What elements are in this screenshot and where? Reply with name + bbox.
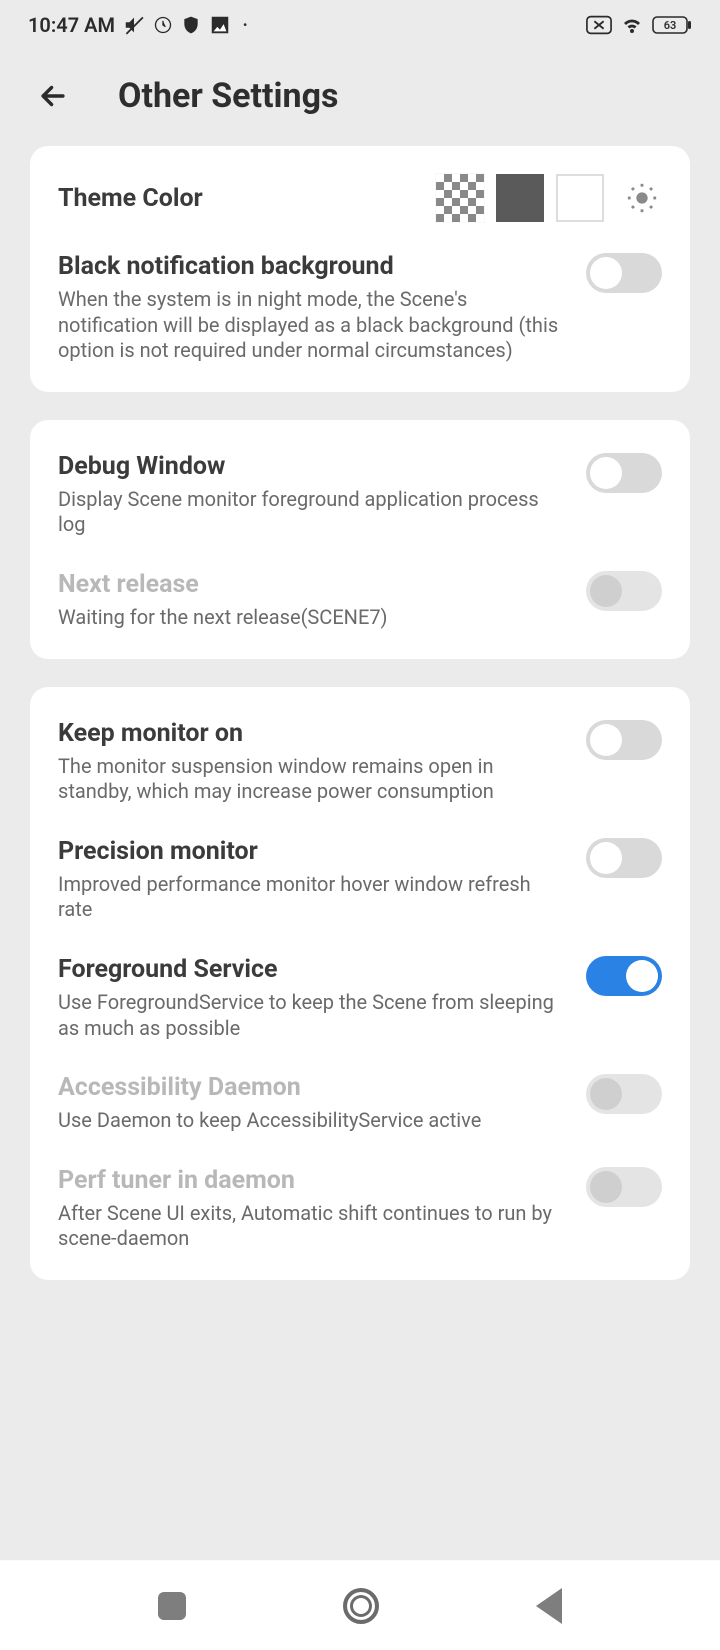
- accessibility-daemon-title: Accessibility Daemon: [58, 1073, 481, 1102]
- perf-tuner-desc: After Scene UI exits, Automatic shift co…: [58, 1201, 568, 1252]
- card-monitor: Keep monitor on The monitor suspension w…: [30, 687, 690, 1280]
- page-title: Other Settings: [118, 76, 339, 116]
- perf-tuner-row: Perf tuner in daemon After Scene UI exit…: [58, 1162, 662, 1252]
- debug-window-row[interactable]: Debug Window Display Scene monitor foreg…: [58, 448, 662, 538]
- black-notification-desc: When the system is in night mode, the Sc…: [58, 287, 568, 364]
- clock-icon: [153, 15, 173, 35]
- theme-swatch-auto[interactable]: [436, 174, 484, 222]
- card-appearance: Theme Color Black notification backgroun…: [30, 146, 690, 392]
- theme-swatch-light[interactable]: [556, 174, 604, 222]
- keep-monitor-desc: The monitor suspension window remains op…: [58, 754, 568, 805]
- black-notification-row[interactable]: Black notification background When the s…: [58, 248, 662, 364]
- debug-window-title: Debug Window: [58, 452, 568, 481]
- theme-color-row[interactable]: Theme Color: [58, 174, 662, 222]
- next-release-title: Next release: [58, 570, 388, 599]
- precision-monitor-toggle[interactable]: [586, 838, 662, 878]
- image-icon: [209, 14, 231, 36]
- black-notification-toggle[interactable]: [586, 253, 662, 293]
- keep-monitor-row[interactable]: Keep monitor on The monitor suspension w…: [58, 715, 662, 805]
- svg-text:63: 63: [664, 19, 677, 32]
- screen-record-icon: [586, 15, 612, 35]
- wifi-icon: [620, 15, 644, 35]
- debug-window-toggle[interactable]: [586, 453, 662, 493]
- status-time: 10:47 AM: [28, 13, 115, 37]
- accessibility-daemon-desc: Use Daemon to keep AccessibilityService …: [58, 1108, 481, 1134]
- perf-tuner-toggle: [586, 1167, 662, 1207]
- theme-swatch-dark[interactable]: [496, 174, 544, 222]
- next-release-toggle: [586, 571, 662, 611]
- precision-monitor-title: Precision monitor: [58, 837, 568, 866]
- nav-recent-button[interactable]: [158, 1592, 186, 1620]
- foreground-service-row[interactable]: Foreground Service Use ForegroundService…: [58, 951, 662, 1041]
- accessibility-daemon-row: Accessibility Daemon Use Daemon to keep …: [58, 1069, 662, 1134]
- back-button[interactable]: [36, 79, 70, 113]
- nav-back-button[interactable]: [536, 1588, 562, 1624]
- perf-tuner-title: Perf tuner in daemon: [58, 1166, 568, 1195]
- nav-home-button[interactable]: [343, 1588, 379, 1624]
- foreground-service-desc: Use ForegroundService to keep the Scene …: [58, 990, 568, 1041]
- card-debug: Debug Window Display Scene monitor foreg…: [30, 420, 690, 659]
- keep-monitor-toggle[interactable]: [586, 720, 662, 760]
- foreground-service-title: Foreground Service: [58, 955, 568, 984]
- next-release-desc: Waiting for the next release(SCENE7): [58, 605, 388, 631]
- accessibility-daemon-toggle: [586, 1074, 662, 1114]
- black-notification-title: Black notification background: [58, 252, 568, 281]
- status-bar: 10:47 AM • 63: [0, 0, 720, 48]
- mute-icon: [123, 14, 145, 36]
- precision-monitor-row[interactable]: Precision monitor Improved performance m…: [58, 833, 662, 923]
- foreground-service-toggle[interactable]: [586, 956, 662, 996]
- next-release-row: Next release Waiting for the next releas…: [58, 566, 662, 631]
- keep-monitor-title: Keep monitor on: [58, 719, 568, 748]
- battery-icon: 63: [652, 15, 692, 35]
- more-dot-icon: •: [243, 18, 247, 32]
- theme-color-label: Theme Color: [58, 184, 203, 213]
- brightness-icon[interactable]: [622, 178, 662, 218]
- precision-monitor-desc: Improved performance monitor hover windo…: [58, 872, 568, 923]
- system-nav-bar: [0, 1560, 720, 1650]
- debug-window-desc: Display Scene monitor foreground applica…: [58, 487, 568, 538]
- shield-icon: [181, 15, 201, 35]
